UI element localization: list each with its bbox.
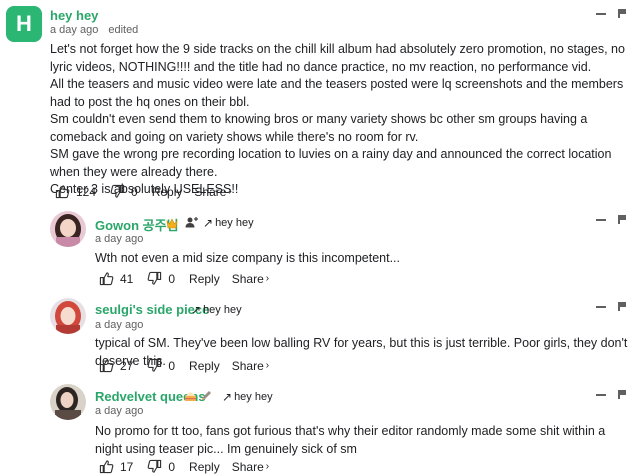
flag-icon[interactable] (618, 215, 626, 224)
comment-paragraph: Let's not forget how the 9 side tracks o… (50, 42, 625, 74)
collapse-icon[interactable] (596, 394, 606, 396)
avatar[interactable]: H (6, 6, 42, 42)
avatar[interactable] (50, 298, 86, 334)
thumbs-down-icon (147, 271, 162, 286)
share-label: Share (194, 184, 227, 199)
chevron-right-icon: › (265, 273, 270, 284)
reply-arrow-icon: ↗ (191, 303, 202, 317)
cake-icon (184, 389, 197, 407)
comment-timestamp[interactable]: a day ago (95, 405, 143, 417)
flag-icon[interactable] (618, 390, 626, 399)
like-count: 27 (120, 358, 134, 373)
reply-to-label[interactable]: ↗ hey hey (203, 216, 254, 230)
share-button[interactable]: Share › (232, 272, 269, 286)
thumbs-down-icon (147, 358, 162, 373)
reply-to-author: hey hey (215, 217, 254, 229)
reply-comment: Gowon 공주님 ↗ hey hey a day ago Wth not ev… (0, 205, 640, 293)
like-count: 124 (76, 184, 97, 199)
like-button[interactable]: 124 (55, 184, 110, 199)
share-label: Share (231, 459, 264, 474)
thumbs-up-icon (99, 459, 114, 474)
share-label: Share (231, 358, 264, 373)
comment-timestamp[interactable]: a day ago (50, 24, 98, 36)
dislike-button[interactable]: 0 (147, 271, 189, 286)
reply-to-label[interactable]: ↗ hey hey (191, 303, 242, 317)
share-button[interactable]: Share › (194, 185, 231, 199)
thumbs-up-icon (55, 184, 70, 199)
comment-actions: 27 0 Reply Share › (99, 358, 269, 373)
thumbs-down-icon (147, 459, 162, 474)
dislike-button[interactable]: 0 (147, 358, 189, 373)
comment-text: Wth not even a mid size company is this … (95, 251, 400, 265)
collapse-icon[interactable] (596, 219, 606, 221)
comment-timestamp[interactable]: a day ago (95, 319, 143, 331)
chevron-right-icon: › (265, 461, 270, 472)
avatar[interactable] (50, 211, 86, 247)
edited-label: edited (108, 24, 139, 36)
reply-to-author: hey hey (234, 391, 273, 403)
avatar[interactable] (50, 384, 86, 420)
comment-paragraph: Sm couldn't even send them to knowing br… (50, 112, 588, 144)
share-label: Share (231, 271, 264, 286)
like-button[interactable]: 41 (99, 271, 147, 286)
chevron-right-icon: › (228, 186, 232, 197)
reply-button[interactable]: Reply (189, 460, 220, 474)
comment-thread: H hey hey a day ago edited Let's not forg… (0, 0, 640, 205)
comment-actions: 41 0 Reply Share › (99, 271, 269, 286)
collapse-icon[interactable] (596, 306, 606, 308)
dislike-count: 0 (168, 459, 176, 474)
reply-button[interactable]: Reply (189, 359, 220, 373)
share-button[interactable]: Share › (232, 460, 269, 474)
dislike-count: 0 (168, 271, 176, 286)
thumbs-down-icon (110, 184, 125, 199)
flag-icon[interactable] (618, 302, 626, 311)
like-button[interactable]: 17 (99, 459, 147, 474)
thumbs-up-icon (99, 358, 114, 373)
person-plus-icon (185, 215, 199, 233)
dislike-button[interactable]: 0 (110, 184, 152, 199)
chevron-right-icon: › (265, 360, 270, 371)
comment-actions: 124 0 Reply Share › (55, 184, 232, 199)
share-button[interactable]: Share › (232, 359, 269, 373)
comment-timestamp[interactable]: a day ago (95, 233, 143, 245)
reply-arrow-icon: ↗ (203, 216, 214, 230)
comment-paragraph: All the teasers and music video were lat… (50, 77, 624, 109)
reply-comment: seulgi's side piece ↗ hey hey a day ago … (0, 293, 640, 379)
thumbs-up-icon (99, 271, 114, 286)
reply-comment: Redvelvet queens ↗ hey hey a day ago No … (0, 379, 640, 476)
reply-to-author: hey hey (203, 304, 242, 316)
collapse-icon[interactable] (596, 13, 606, 15)
comment-paragraph: SM gave the wrong pre recording location… (50, 147, 612, 179)
reply-arrow-icon: ↗ (222, 390, 233, 404)
pencil-icon (200, 389, 212, 407)
reply-button[interactable]: Reply (189, 272, 220, 286)
like-count: 17 (120, 459, 134, 474)
like-count: 41 (120, 271, 134, 286)
dislike-count: 0 (168, 358, 176, 373)
comment-author[interactable]: hey hey (50, 8, 98, 23)
comment-text: Let's not forget how the 9 side tracks o… (50, 41, 635, 199)
crown-icon (166, 216, 178, 234)
reply-button[interactable]: Reply (152, 185, 183, 199)
comment-actions: 17 0 Reply Share › (99, 459, 269, 474)
reply-to-label[interactable]: ↗ hey hey (222, 390, 273, 404)
avatar-letter: H (16, 11, 32, 36)
comment-text: No promo for tt too, fans got furious th… (95, 424, 606, 456)
dislike-button[interactable]: 0 (147, 459, 189, 474)
like-button[interactable]: 27 (99, 358, 147, 373)
flag-icon[interactable] (618, 9, 626, 18)
dislike-count: 0 (131, 184, 138, 199)
comment-meta: a day ago edited (50, 24, 138, 36)
